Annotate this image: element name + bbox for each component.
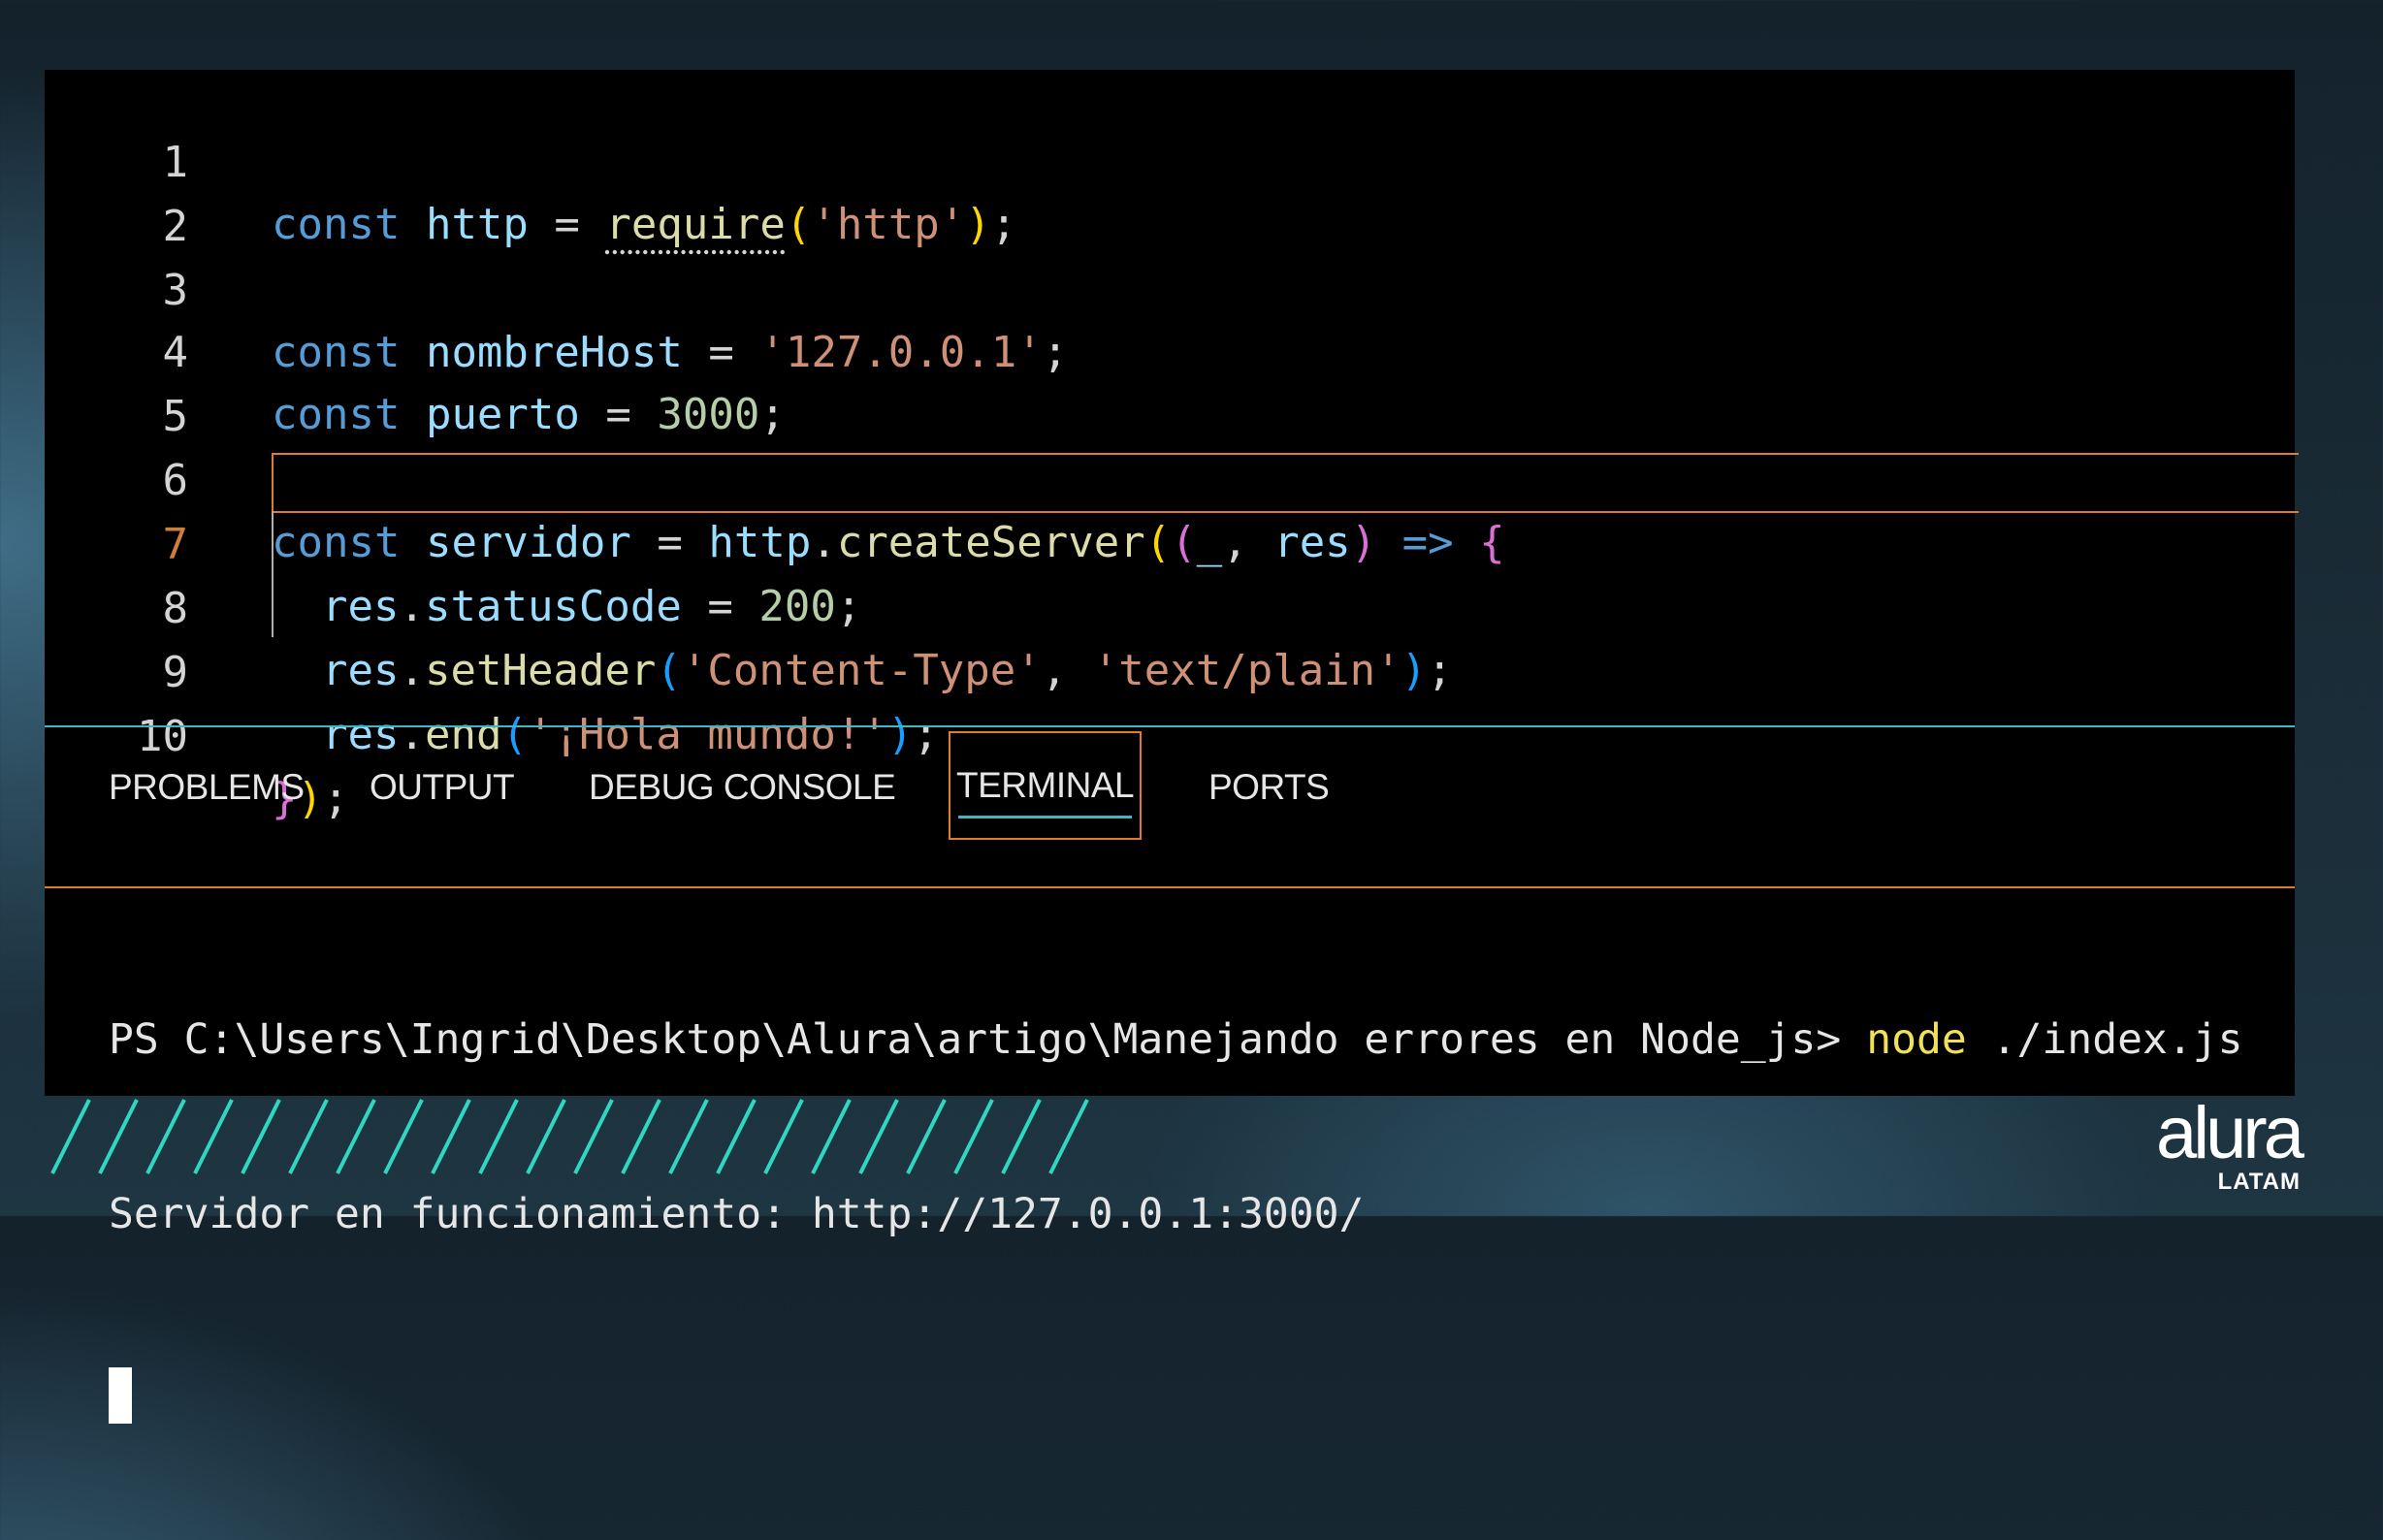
stripe	[145, 1099, 186, 1174]
terminal-cursor	[109, 1367, 132, 1424]
stripe	[858, 1099, 899, 1174]
stripe	[573, 1099, 614, 1174]
terminal-output[interactable]: PS C:\Users\Ingrid\Desktop\Alura\artigo\…	[109, 894, 2281, 1540]
terminal-command: node	[1866, 1015, 1967, 1064]
terminal-output-line: Servidor en funcionamiento: http://127.0…	[109, 1190, 1365, 1238]
stripe	[716, 1099, 757, 1174]
stripes-graphic	[50, 1099, 1089, 1174]
stripe	[98, 1099, 139, 1174]
code-line[interactable]: 8 res.setHeader('Content-Type', 'text/pl…	[45, 516, 2295, 695]
stripe	[763, 1099, 804, 1174]
code-line[interactable]: 6 const servidor = http.createServer((_,…	[45, 388, 2295, 567]
stripe	[526, 1099, 566, 1174]
tab-problems[interactable]: PROBLEMS	[109, 758, 305, 817]
stripe	[241, 1099, 281, 1174]
code-line[interactable]: 4 const puerto = 3000;	[45, 260, 2295, 439]
stripe	[621, 1099, 661, 1174]
code-window: 1 const http = require('http'); 2 3 cons…	[45, 70, 2299, 1424]
code-line[interactable]: 10 });	[45, 644, 2295, 823]
code-line[interactable]: 2	[45, 134, 2295, 251]
code-line[interactable]: 1 const http = require('http');	[45, 70, 2295, 249]
tab-output[interactable]: OUTPUT	[370, 758, 515, 817]
decorative-stripes	[45, 1096, 1102, 1183]
stripe	[668, 1099, 709, 1174]
stripe	[50, 1099, 91, 1174]
terminal-prompt: PS C:\Users\Ingrid\Desktop\Alura\artigo\…	[109, 1015, 1867, 1064]
stripe	[811, 1099, 852, 1174]
code-line[interactable]: 3 const nombreHost = '127.0.0.1';	[45, 198, 2295, 377]
tab-debug-console[interactable]: DEBUG CONSOLE	[589, 758, 896, 817]
terminal-command-line: PS C:\Users\Ingrid\Desktop\Alura\artigo\…	[109, 1011, 2281, 1069]
code-line[interactable]: 9 res.end('¡Hola mundo!');	[45, 580, 2295, 759]
stripe	[1048, 1099, 1089, 1174]
stripe	[288, 1099, 329, 1174]
alura-logo: alura LATAM	[2155, 1092, 2304, 1195]
tab-terminal-label: TERMINAL	[956, 765, 1135, 805]
stripe	[1001, 1099, 1042, 1174]
stripe	[431, 1099, 471, 1174]
panel-divider[interactable]	[45, 725, 2295, 727]
terminal-divider	[45, 886, 2295, 888]
stripe	[383, 1099, 424, 1174]
tab-ports[interactable]: PORTS	[1208, 758, 1330, 817]
stripe	[336, 1099, 376, 1174]
terminal-args: ./index.js	[1966, 1015, 2243, 1064]
active-tab-indicator	[958, 816, 1133, 818]
panel-tab-bar: PROBLEMS OUTPUT DEBUG CONSOLE TERMINAL P…	[45, 729, 2295, 840]
stripe	[953, 1099, 994, 1174]
logo-brand: alura	[2156, 1092, 2304, 1174]
code-line-active[interactable]: 7 res.statusCode = 200;	[45, 452, 2295, 631]
stripe	[906, 1099, 947, 1174]
code-line[interactable]: 5	[45, 324, 2295, 441]
tab-terminal[interactable]: TERMINAL	[949, 731, 1143, 840]
stripe	[193, 1099, 234, 1174]
code-editor[interactable]: 1 const http = require('http'); 2 3 cons…	[45, 70, 2299, 823]
stripe	[478, 1099, 519, 1174]
